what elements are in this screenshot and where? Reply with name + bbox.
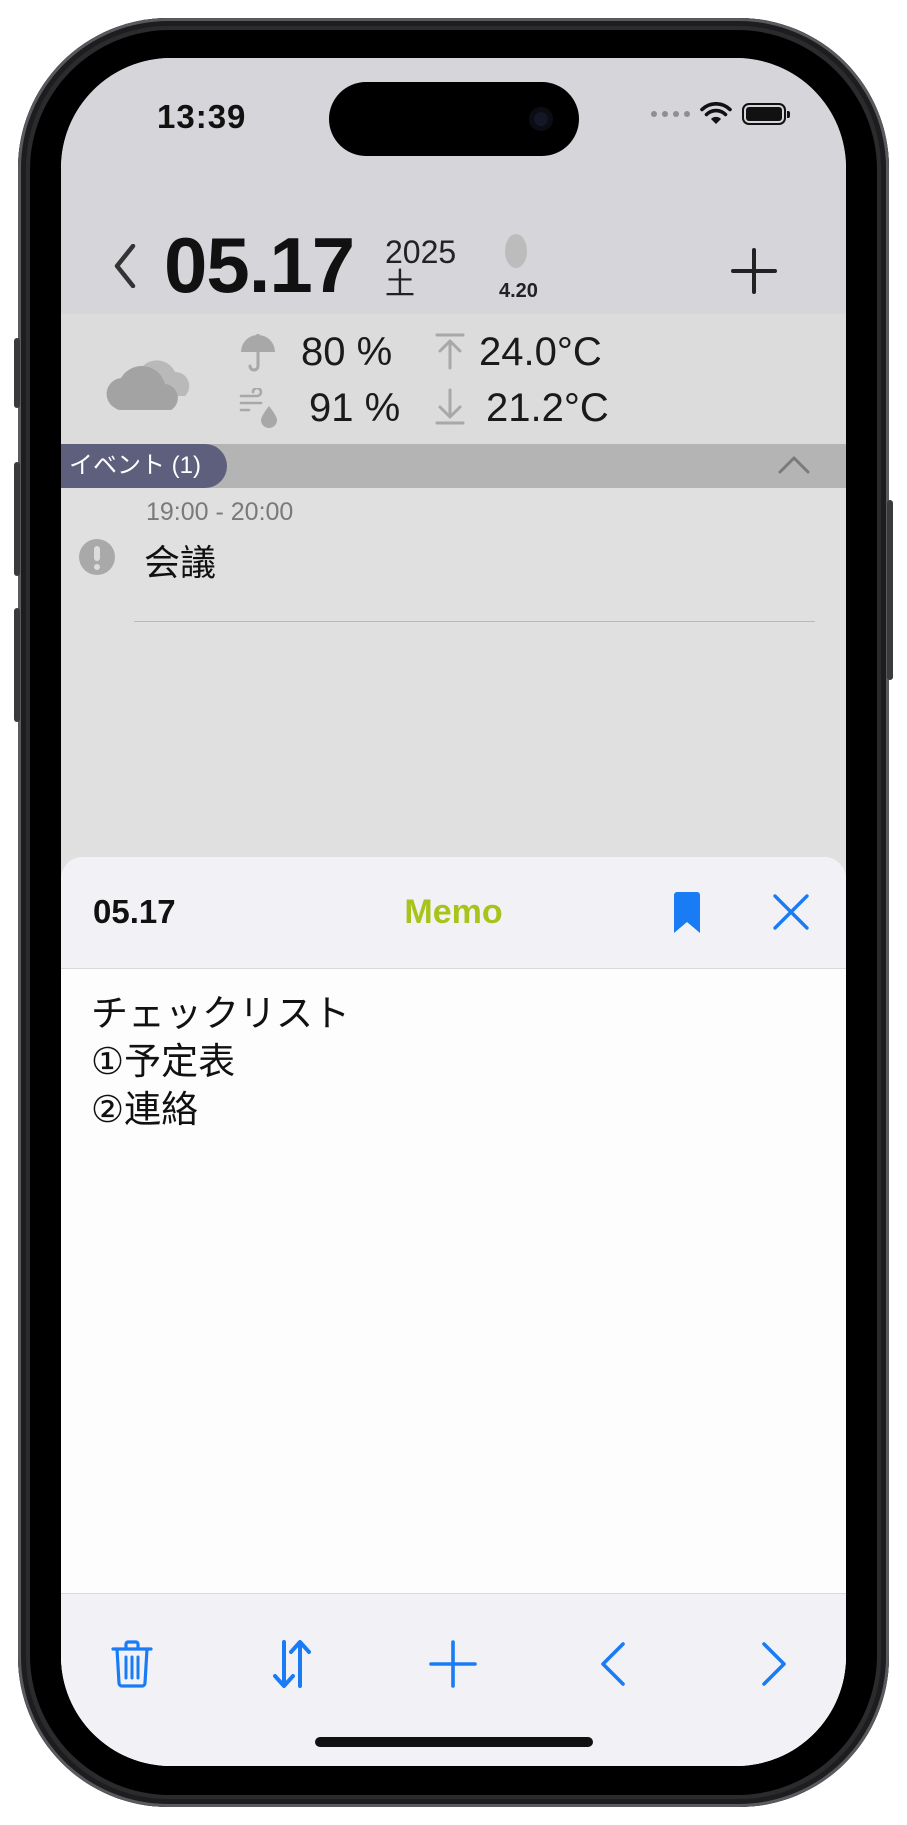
previous-button[interactable] <box>583 1634 643 1694</box>
event-time: 19:00 - 20:00 <box>146 498 294 526</box>
cellular-signal-icon <box>651 111 690 117</box>
events-section-label: イベント (1) <box>61 444 227 488</box>
events-section-header[interactable]: イベント (1) <box>61 444 846 488</box>
cloud-icon <box>106 360 190 410</box>
screen: 13:39 05.17 2025 土 4.20 80 % 24.0°C 91 %… <box>61 58 846 1766</box>
dynamic-island <box>329 82 579 156</box>
trash-icon <box>111 1640 153 1688</box>
side-button <box>887 500 893 680</box>
chevron-up-icon[interactable] <box>778 454 810 474</box>
humidity-icon <box>239 388 277 428</box>
temp-low: 21.2°C <box>486 386 609 430</box>
home-indicator[interactable] <box>315 1737 593 1747</box>
temp-high: 24.0°C <box>479 330 602 374</box>
weather-panel: 80 % 24.0°C 91 % 21.2°C <box>61 314 846 444</box>
day-header: 05.17 2025 土 4.20 <box>61 168 846 315</box>
umbrella-icon <box>241 334 275 372</box>
sort-button[interactable] <box>262 1634 322 1694</box>
delete-button[interactable] <box>102 1634 162 1694</box>
arrow-down-icon <box>435 388 465 425</box>
volume-up-button <box>14 462 20 576</box>
memo-line: ①予定表 <box>91 1041 236 1082</box>
header-year: 2025 <box>385 234 457 270</box>
camera-icon <box>529 107 553 131</box>
next-button[interactable] <box>744 1634 804 1694</box>
moon-age: 4.20 <box>499 280 538 302</box>
add-memo-button[interactable] <box>423 1634 483 1694</box>
add-icon[interactable] <box>731 248 777 294</box>
chevron-left-icon[interactable] <box>113 244 137 288</box>
header-date: 05.17 <box>164 221 355 309</box>
chevron-right-icon <box>762 1642 786 1686</box>
memo-sheet-header: 05.17 Memo <box>61 857 846 969</box>
sort-icon <box>273 1640 311 1688</box>
memo-line: ②連絡 <box>91 1089 199 1130</box>
humidity: 91 % <box>309 386 401 430</box>
volume-down-button <box>14 608 20 722</box>
memo-body[interactable]: チェックリスト ①予定表 ②連絡 <box>91 990 350 1134</box>
bookmark-icon[interactable] <box>672 891 702 935</box>
memo-title: Memo <box>404 893 503 931</box>
event-title[interactable]: 会議 <box>144 534 216 586</box>
moon-icon <box>505 234 527 268</box>
status-icons <box>651 102 790 126</box>
close-icon[interactable] <box>772 893 810 931</box>
exclamation-icon <box>79 539 115 575</box>
memo-line: チェックリスト <box>91 993 350 1034</box>
rain-chance: 80 % <box>301 330 393 374</box>
chevron-left-icon <box>601 1642 625 1686</box>
battery-icon <box>742 103 790 125</box>
event-divider <box>134 621 815 622</box>
header-weekday: 土 <box>385 268 415 301</box>
wifi-icon <box>700 102 732 124</box>
status-bar: 13:39 <box>61 58 846 168</box>
arrow-up-icon <box>435 333 465 370</box>
status-time: 13:39 <box>157 98 247 135</box>
action-button <box>14 338 20 408</box>
plus-icon <box>429 1640 477 1688</box>
